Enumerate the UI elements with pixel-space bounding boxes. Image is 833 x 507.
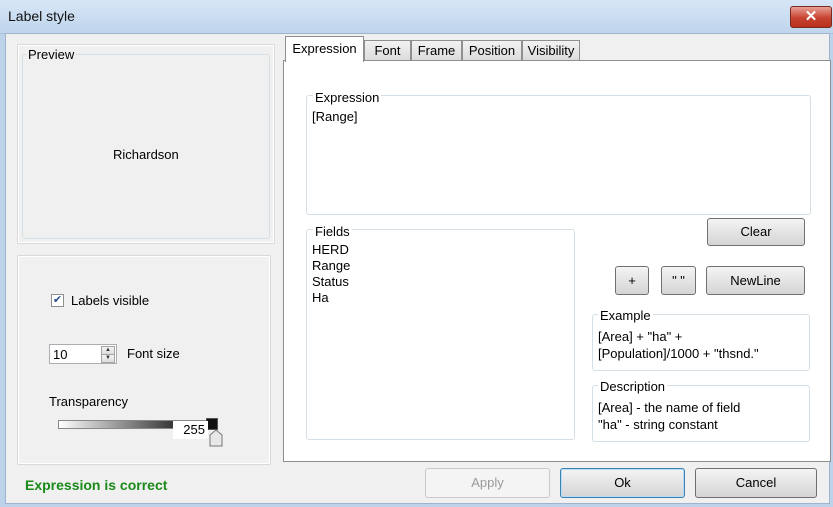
close-button[interactable]: ✕ [790,6,832,28]
preview-legend: Preview [26,47,77,62]
expression-input[interactable]: [Range] [312,109,802,205]
window-title: Label style [8,8,75,24]
tab-page-expression: Expression [Range] Fields HERD Range Sta… [283,60,831,462]
example-line-1: [Area] + "ha" + [598,329,683,344]
plus-operator-button[interactable]: + [615,266,649,295]
description-line-2: "ha" - string constant [598,417,718,432]
tab-position[interactable]: Position [462,40,522,60]
list-item[interactable]: HERD [312,242,567,258]
transparency-slider-thumb-icon[interactable] [209,429,223,447]
cancel-button[interactable]: Cancel [695,468,817,498]
fields-legend: Fields [313,224,352,239]
example-legend: Example [598,308,653,323]
ok-button[interactable]: Ok [560,468,685,498]
options-panel: ✔ Labels visible 10 ▲ ▼ Font size Transp… [17,255,271,465]
description-line-1: [Area] - the name of field [598,400,741,415]
quotes-operator-button[interactable]: " " [661,266,696,295]
fields-list[interactable]: HERD Range Status Ha [312,242,567,306]
preview-panel: Preview Richardson [17,44,275,244]
tab-font[interactable]: Font [364,40,411,60]
tab-frame[interactable]: Frame [411,40,462,60]
status-text: Expression is correct [25,477,168,493]
expression-legend: Expression [313,90,382,105]
newline-button[interactable]: NewLine [706,266,805,295]
clear-button[interactable]: Clear [707,218,805,246]
transparency-label: Transparency [49,394,128,409]
list-item[interactable]: Range [312,258,567,274]
title-bar: Label style ✕ [0,0,833,34]
list-item[interactable]: Ha [312,290,567,306]
font-size-label: Font size [127,346,180,361]
labels-visible-label: Labels visible [71,293,150,308]
transparency-value: 255 [173,421,208,439]
labels-visible-checkbox[interactable]: ✔ [51,294,64,307]
font-size-spinner[interactable]: 10 ▲ ▼ [49,344,117,364]
list-item[interactable]: Status [312,274,567,290]
font-size-value: 10 [53,347,68,362]
description-legend: Description [598,379,668,394]
tab-expression[interactable]: Expression [285,36,364,62]
tab-visibility[interactable]: Visibility [522,40,580,60]
apply-button[interactable]: Apply [425,468,550,498]
example-line-2: [Population]/1000 + "thsnd." [598,346,759,361]
spin-down-icon[interactable]: ▼ [101,354,115,363]
preview-sample-text: Richardson [113,147,179,162]
